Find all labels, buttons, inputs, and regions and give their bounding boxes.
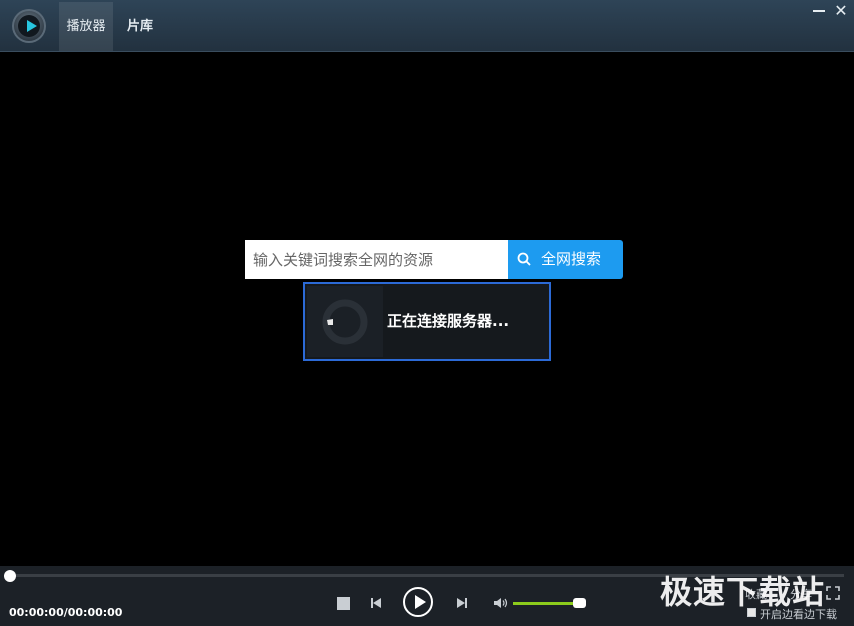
time-display: 00:00:00/00:00:00 — [9, 606, 123, 619]
stop-button[interactable] — [337, 597, 350, 610]
volume-knob[interactable] — [573, 598, 586, 608]
tab-library[interactable]: 片库 — [118, 2, 162, 51]
search-icon — [517, 252, 531, 266]
volume-slider[interactable] — [513, 602, 575, 605]
next-icon[interactable] — [455, 596, 469, 610]
search-input[interactable] — [245, 240, 508, 279]
tab-player[interactable]: 播放器 — [59, 2, 113, 51]
fullscreen-icon[interactable] — [826, 586, 840, 600]
search-button[interactable]: 全网搜索 — [508, 240, 623, 279]
loading-text: 正在连接服务器... — [387, 312, 510, 330]
progress-knob[interactable] — [4, 570, 16, 582]
watermark: 极速下载站 — [660, 573, 826, 611]
app-logo-icon[interactable] — [12, 9, 46, 43]
loading-spinner-icon — [322, 299, 368, 345]
minimize-button[interactable] — [813, 10, 825, 12]
play-button[interactable] — [403, 587, 433, 617]
volume-icon[interactable] — [493, 596, 511, 610]
search-button-label: 全网搜索 — [541, 250, 602, 268]
title-bar: 播放器 片库 ✕ — [0, 0, 854, 52]
loading-dialog: 正在连接服务器... — [303, 282, 551, 361]
play-icon — [415, 595, 426, 609]
previous-icon[interactable] — [369, 596, 383, 610]
close-button[interactable]: ✕ — [832, 2, 850, 20]
